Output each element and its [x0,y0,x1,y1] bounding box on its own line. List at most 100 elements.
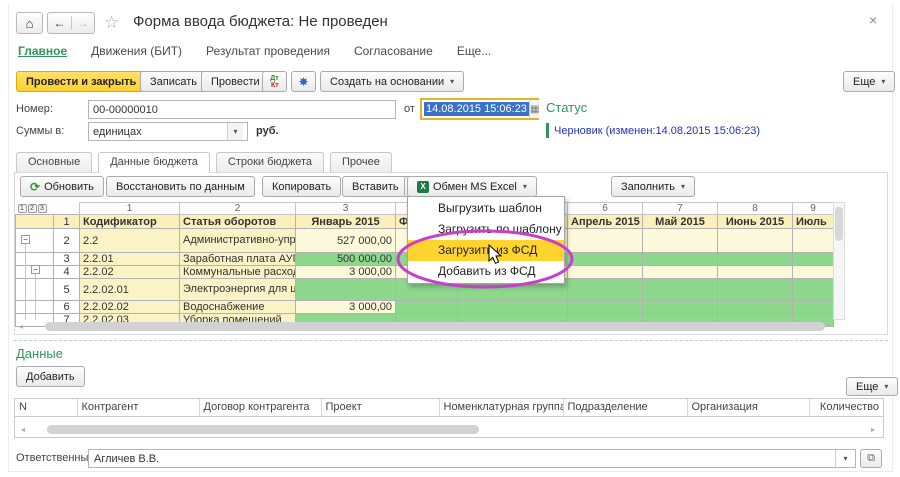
data-more-button[interactable]: Еще▾ [846,377,898,396]
menu-item-load-by-template[interactable]: Загрузить по шаблону [408,219,564,240]
refresh-button[interactable]: ⟳Обновить [20,176,104,197]
value-cell[interactable] [458,301,568,314]
value-cell[interactable] [568,279,643,301]
tab-other[interactable]: Прочее [330,152,392,173]
header-may[interactable]: Май 2015 [643,215,718,229]
value-cell[interactable]: 3 000,00 [296,301,396,314]
dtkt-postings-button[interactable]: ДтКт [262,71,287,92]
header-quantity[interactable]: Количество [809,399,883,416]
home-button[interactable]: ⌂ [16,12,43,34]
row-number[interactable]: 4 [54,266,80,279]
number-input[interactable]: 00-00000010 [88,100,396,119]
menu-item-main[interactable]: Главное [18,44,67,58]
value-cell[interactable] [718,229,793,253]
write-button[interactable]: Записать [140,71,207,92]
value-cell[interactable] [793,229,834,253]
data-horizontal-scrollbar[interactable]: ◂ ▸ [17,423,879,436]
scrollbar-thumb[interactable] [835,207,843,241]
header-nomenclature-group[interactable]: Номенклатурная группа [439,399,563,416]
menu-item-add-from-fsd[interactable]: Добавить из ФСД [408,261,564,282]
value-cell[interactable]: 527 000,00 [296,229,396,253]
close-icon[interactable]: × [869,12,877,28]
scrollbar-thumb[interactable] [45,322,825,331]
copy-button[interactable]: Копировать [262,176,341,197]
excel-exchange-button[interactable]: XОбмен MS Excel▾ [407,176,537,197]
value-cell[interactable] [718,279,793,301]
paste-button[interactable]: Вставить [342,176,409,197]
scroll-left-icon[interactable]: ◂ [15,322,27,331]
value-cell[interactable] [568,253,643,266]
tab-budget-lines[interactable]: Строки бюджета [216,152,324,173]
tab-main[interactable]: Основные [16,152,92,173]
back-button[interactable]: ← [48,16,71,30]
more-button[interactable]: Еще▾ [843,71,895,92]
collapse-node-icon[interactable]: − [31,265,40,274]
value-cell[interactable]: 500 000,00 [296,253,396,266]
value-cell[interactable] [793,279,834,301]
forward-button[interactable]: → [71,16,94,30]
header-project[interactable]: Проект [321,399,439,416]
chevron-down-icon[interactable]: ▾ [835,450,855,467]
row-number[interactable]: 6 [54,301,80,314]
post-and-close-button[interactable]: Провести и закрыть [16,71,146,92]
sums-select[interactable]: единицах ▾ [88,122,248,141]
favorite-star-icon[interactable]: ☆ [104,13,119,33]
header-department[interactable]: Подразделение [563,399,687,416]
status-text[interactable]: Черновик (изменен:14.08.2015 15:06:23) [554,125,760,137]
code-cell[interactable]: 2.2.01 [80,253,180,266]
post-button[interactable]: Провести [201,71,270,92]
scroll-left-icon[interactable]: ◂ [17,425,29,434]
value-cell[interactable] [643,229,718,253]
header-april[interactable]: Апрель 2015 [568,215,643,229]
create-based-on-button[interactable]: Создать на основании▾ [320,71,464,92]
value-cell[interactable] [396,301,458,314]
header-july[interactable]: Июль [793,215,834,229]
value-cell[interactable] [643,301,718,314]
header-organization[interactable]: Организация [687,399,809,416]
collapse-node-icon[interactable]: − [21,235,30,244]
calendar-icon[interactable]: ▦ [529,100,539,118]
value-cell[interactable] [643,253,718,266]
menu-item-movements[interactable]: Движения (БИТ) [91,44,182,58]
responsible-input[interactable]: Агличев В.В. ▾ [88,449,856,468]
header-n[interactable]: N [15,399,77,416]
header-turnover-item[interactable]: Статья оборотов [180,215,296,229]
header-contract[interactable]: Договор контрагента [199,399,321,416]
value-cell[interactable] [718,301,793,314]
name-cell[interactable]: Водоснабжение [180,301,296,314]
value-cell[interactable] [793,266,834,279]
row-number[interactable]: 1 [54,215,80,229]
name-cell[interactable]: Заработная плата АУП [180,253,296,266]
code-cell[interactable]: 2.2.02.01 [80,279,180,301]
code-cell[interactable]: 2.2.02 [80,266,180,279]
row-number[interactable]: 3 [54,253,80,266]
hint-button[interactable]: ✸ [291,71,316,92]
value-cell[interactable] [718,253,793,266]
date-input[interactable]: 14.08.2015 15:06:23 ▦ [420,98,539,120]
menu-item-export-template[interactable]: Выгрузить шаблон [408,198,564,219]
menu-item-approval[interactable]: Согласование [354,44,433,58]
name-cell[interactable]: Коммунальные расходы [180,266,296,279]
chevron-down-icon[interactable]: ▾ [227,123,243,140]
value-cell[interactable] [296,279,396,301]
header-codifier[interactable]: Кодификатор [80,215,180,229]
scrollbar-thumb[interactable] [47,425,479,434]
choose-button[interactable]: ⧉ [860,449,882,468]
level-1-button[interactable]: 1 [18,204,27,213]
value-cell[interactable] [793,253,834,266]
menu-item-posting-result[interactable]: Результат проведения [206,44,330,58]
value-cell[interactable] [643,279,718,301]
value-cell[interactable] [718,266,793,279]
value-cell[interactable] [568,266,643,279]
grid-vertical-scrollbar[interactable] [833,202,845,320]
value-cell[interactable] [793,301,834,314]
restore-by-data-button[interactable]: Восстановить по данным [106,176,255,197]
level-3-button[interactable]: 3 [38,204,47,213]
header-counterparty[interactable]: Контрагент [77,399,199,416]
add-button[interactable]: Добавить [16,366,85,387]
row-number[interactable]: 2 [54,229,80,253]
value-cell[interactable]: 3 000,00 [296,266,396,279]
tab-budget-data[interactable]: Данные бюджета [98,152,210,173]
header-january[interactable]: Январь 2015 [296,215,396,229]
name-cell[interactable]: Административно-управленческие расходы [180,229,296,253]
